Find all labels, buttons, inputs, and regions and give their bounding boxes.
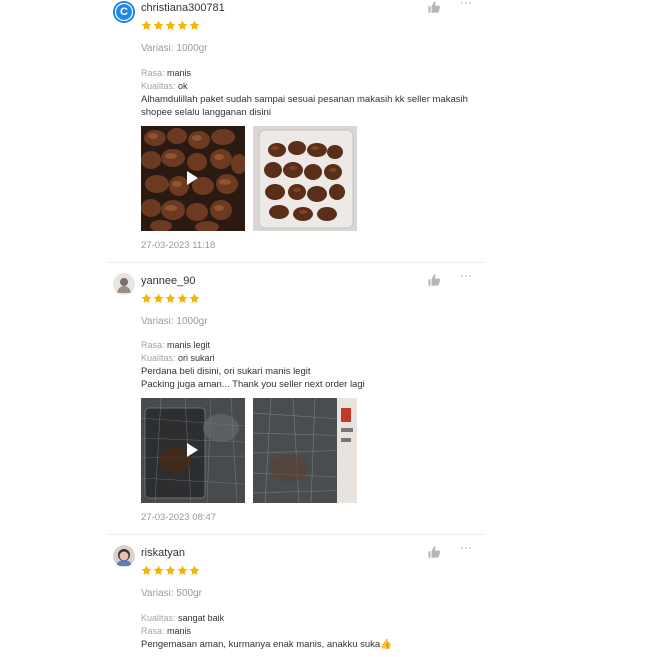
- star-icon: [165, 20, 176, 31]
- star-icon: [153, 20, 164, 31]
- star-icon: [165, 293, 176, 304]
- username[interactable]: yannee_90: [141, 275, 195, 287]
- star-icon: [153, 293, 164, 304]
- review-photo[interactable]: [253, 398, 357, 503]
- review-text-line: shopee selalu langganan disini: [141, 107, 271, 118]
- username[interactable]: christiana300781: [141, 2, 225, 14]
- review-photo[interactable]: [253, 126, 357, 231]
- dates-photo-thumbnail: [253, 126, 357, 231]
- more-options-icon[interactable]: ···: [460, 0, 473, 9]
- avatar-letter: C: [120, 6, 128, 18]
- review-card: yannee_90 ··· Variasi: 1000gr Rasa: mani…: [108, 270, 484, 528]
- star-icon: [189, 293, 200, 304]
- attribute-value: ok: [178, 81, 188, 91]
- thumbs-up-icon[interactable]: [427, 273, 441, 287]
- variation-label: Variasi: 1000gr: [141, 316, 208, 327]
- star-icon: [177, 20, 188, 31]
- star-rating: [141, 293, 200, 304]
- avatar[interactable]: [113, 545, 135, 567]
- star-icon: [177, 565, 188, 576]
- avatar-image: [113, 545, 135, 567]
- review-card: C christiana300781 ··· Variasi: 1000gr R…: [108, 0, 484, 260]
- review-video[interactable]: [141, 398, 245, 503]
- review-date: 27-03-2023 08:47: [141, 512, 217, 523]
- attribute-value: ori sukari: [178, 353, 215, 363]
- review-text: Perdana beli disini, ori sukari manis le…: [141, 365, 471, 391]
- attribute-key: Kualitas:: [141, 613, 176, 623]
- star-icon: [189, 20, 200, 31]
- review-text-line: Perdana beli disini, ori sukari manis le…: [141, 366, 311, 377]
- divider: [108, 534, 484, 535]
- star-icon: [177, 293, 188, 304]
- review-video[interactable]: [141, 126, 245, 231]
- thumbs-up-icon[interactable]: [427, 545, 441, 559]
- avatar-image: [113, 273, 135, 295]
- attribute-key: Rasa:: [141, 68, 165, 78]
- review-text-line: Packing juga aman... Thank you seller ne…: [141, 379, 365, 390]
- variation-label: Variasi: 500gr: [141, 588, 202, 599]
- attribute-value: manis legit: [167, 340, 211, 350]
- avatar[interactable]: C: [113, 1, 135, 23]
- avatar[interactable]: [113, 273, 135, 295]
- more-options-icon[interactable]: ···: [460, 542, 473, 554]
- divider: [108, 262, 484, 263]
- attribute-key: Kualitas:: [141, 353, 176, 363]
- attribute-value: manis: [167, 68, 192, 78]
- star-icon: [141, 20, 152, 31]
- star-icon: [165, 565, 176, 576]
- attribute-row: Kualitas: ok: [141, 81, 188, 91]
- review-text: Pengemasan aman, kurmanya enak manis, an…: [141, 638, 471, 651]
- attribute-row: Kualitas: ori sukari: [141, 353, 215, 363]
- star-icon: [189, 565, 200, 576]
- attribute-key: Rasa:: [141, 626, 165, 636]
- thumbs-up-icon[interactable]: [427, 0, 441, 14]
- attribute-value: manis: [167, 626, 192, 636]
- attribute-row: Kualitas: sangat baik: [141, 613, 224, 623]
- review-date: 27-03-2023 11:18: [141, 240, 216, 251]
- attribute-row: Rasa: manis: [141, 626, 191, 636]
- attribute-value: sangat baik: [178, 613, 225, 623]
- review-text: Alhamdulillah paket sudah sampai sesuai …: [141, 93, 471, 119]
- attribute-row: Rasa: manis legit: [141, 340, 210, 350]
- play-icon[interactable]: [187, 171, 198, 185]
- star-icon: [141, 293, 152, 304]
- star-icon: [141, 565, 152, 576]
- attribute-key: Kualitas:: [141, 81, 176, 91]
- star-rating: [141, 20, 200, 31]
- review-text-line: Pengemasan aman, kurmanya enak manis, an…: [141, 639, 393, 650]
- review-card: riskatyan ··· Variasi: 500gr Kualitas: s…: [108, 542, 484, 657]
- play-icon[interactable]: [187, 443, 198, 457]
- package-photo-thumbnail: [253, 398, 357, 503]
- username[interactable]: riskatyan: [141, 547, 185, 559]
- attribute-key: Rasa:: [141, 340, 165, 350]
- more-options-icon[interactable]: ···: [460, 270, 473, 282]
- attribute-row: Rasa: manis: [141, 68, 191, 78]
- star-rating: [141, 565, 200, 576]
- variation-label: Variasi: 1000gr: [141, 43, 208, 54]
- star-icon: [153, 565, 164, 576]
- review-text-line: Alhamdulillah paket sudah sampai sesuai …: [141, 94, 468, 105]
